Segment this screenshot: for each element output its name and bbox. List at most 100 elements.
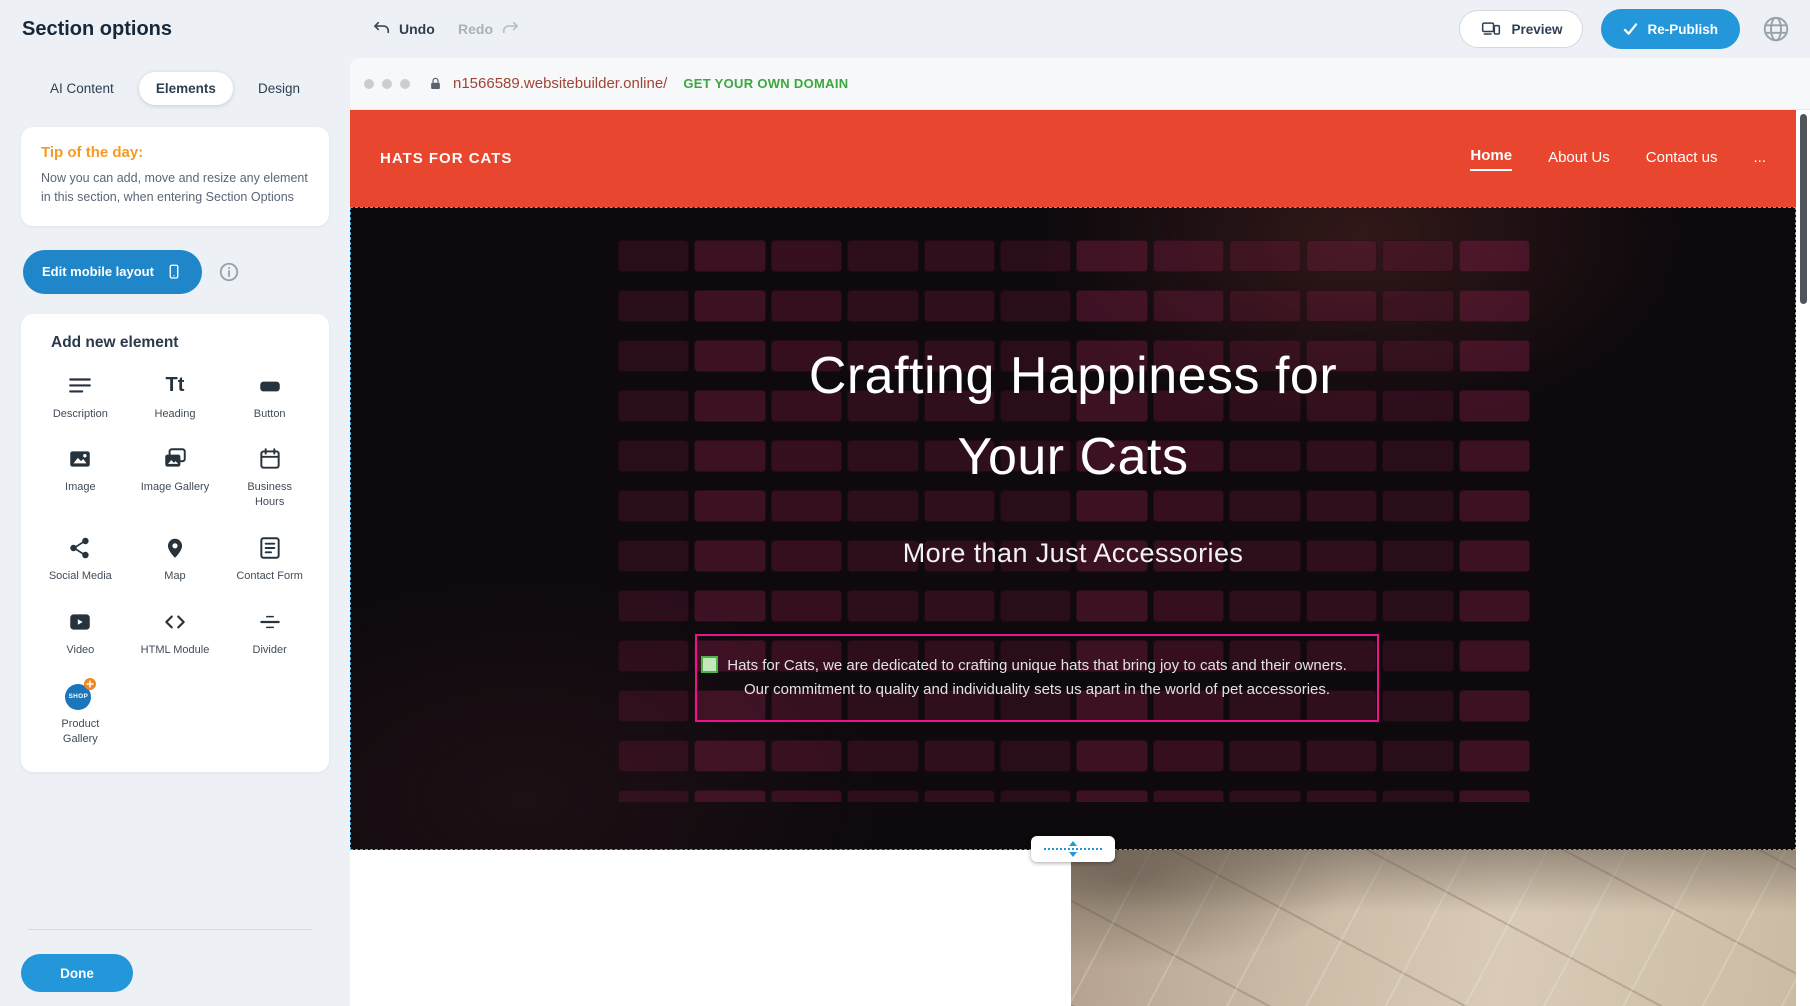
element-button[interactable]: Button — [222, 372, 317, 422]
brick — [924, 790, 995, 802]
add-element-title: Add new element — [51, 334, 317, 352]
brick — [1076, 790, 1147, 802]
next-section[interactable] — [350, 850, 1796, 1006]
preview-label: Preview — [1511, 22, 1562, 37]
check-icon — [1623, 23, 1638, 36]
element-image-gallery[interactable]: Image Gallery — [128, 445, 223, 510]
brick — [694, 790, 765, 802]
brick — [1153, 740, 1224, 772]
brick — [771, 590, 842, 622]
contact-form-icon — [257, 534, 283, 562]
scrollbar-thumb[interactable] — [1800, 114, 1807, 304]
window-dot — [382, 79, 392, 89]
brick — [1459, 290, 1530, 322]
brick — [618, 290, 689, 322]
brick — [694, 740, 765, 772]
undo-label: Undo — [399, 21, 435, 37]
hero-section-selected[interactable]: Crafting Happiness for Your Cats More th… — [350, 207, 1796, 850]
brick — [1459, 690, 1530, 722]
tab-design[interactable]: Design — [241, 72, 317, 105]
brick — [1459, 740, 1530, 772]
brick — [1306, 240, 1377, 272]
republish-button[interactable]: Re-Publish — [1601, 9, 1740, 49]
hero-heading[interactable]: Crafting Happiness for Your Cats — [351, 336, 1795, 498]
video-icon — [67, 608, 93, 636]
brick — [694, 290, 765, 322]
sidebar-tabs: AI Content Elements Design — [21, 72, 329, 105]
element-contact-form[interactable]: Contact Form — [222, 534, 317, 584]
site-url: n1566589.websitebuilder.online/ — [453, 75, 667, 92]
browser-chrome: n1566589.websitebuilder.online/ GET YOUR… — [350, 58, 1810, 110]
site-header: HATS FOR CATS Home About Us Contact us .… — [350, 110, 1796, 207]
element-divider[interactable]: Divider — [222, 608, 317, 658]
element-description[interactable]: Description — [33, 372, 128, 422]
element-drag-handle[interactable] — [701, 656, 718, 673]
stone-floor-image — [1071, 850, 1796, 1006]
brick — [618, 790, 689, 802]
info-icon[interactable] — [218, 261, 240, 283]
brick — [847, 590, 918, 622]
window-dot — [400, 79, 410, 89]
image-gallery-icon — [162, 445, 188, 473]
element-social-media[interactable]: Social Media — [33, 534, 128, 584]
tip-card: Tip of the day: Now you can add, move an… — [21, 127, 329, 226]
brick — [618, 240, 689, 272]
brick — [924, 740, 995, 772]
tab-ai-content[interactable]: AI Content — [33, 72, 131, 105]
brick — [1153, 240, 1224, 272]
html-code-icon — [162, 608, 188, 636]
brick — [1076, 740, 1147, 772]
brick — [1306, 590, 1377, 622]
divider-icon — [257, 608, 283, 636]
devices-icon — [1480, 19, 1502, 39]
element-heading[interactable]: Tt Heading — [128, 372, 223, 422]
brick — [1076, 240, 1147, 272]
done-button[interactable]: Done — [21, 954, 133, 992]
nav-about-us[interactable]: About Us — [1548, 149, 1610, 168]
undo-icon — [372, 19, 392, 39]
brick — [694, 590, 765, 622]
tip-body: Now you can add, move and resize any ele… — [41, 169, 309, 207]
sidebar: AI Content Elements Design Tip of the da… — [0, 58, 350, 1006]
tab-elements[interactable]: Elements — [139, 72, 233, 105]
window-controls — [364, 79, 410, 89]
element-product-gallery[interactable]: SHOP Product Gallery — [33, 682, 128, 747]
language-globe-button[interactable] — [1758, 11, 1794, 47]
preview-button[interactable]: Preview — [1459, 10, 1583, 48]
brick — [1382, 640, 1453, 672]
nav-home[interactable]: Home — [1470, 147, 1512, 171]
brick — [771, 240, 842, 272]
element-map[interactable]: Map — [128, 534, 223, 584]
brick — [1306, 740, 1377, 772]
hero-subheading[interactable]: More than Just Accessories — [351, 538, 1795, 569]
brick — [1229, 290, 1300, 322]
element-image[interactable]: Image — [33, 445, 128, 510]
redo-button[interactable]: Redo — [458, 0, 520, 58]
brick — [1000, 290, 1071, 322]
nav-contact-us[interactable]: Contact us — [1646, 149, 1718, 168]
window-dot — [364, 79, 374, 89]
element-html-module[interactable]: HTML Module — [128, 608, 223, 658]
description-icon — [67, 372, 93, 400]
tip-title: Tip of the day: — [41, 144, 309, 161]
section-resize-handle[interactable] — [1031, 836, 1115, 862]
nav-more[interactable]: ... — [1753, 149, 1766, 168]
brick — [1382, 290, 1453, 322]
brick — [1459, 640, 1530, 672]
lock-icon — [428, 76, 443, 92]
element-business-hours[interactable]: Business Hours — [222, 445, 317, 510]
undo-button[interactable]: Undo — [372, 0, 435, 58]
brick — [1000, 740, 1071, 772]
brick — [1153, 790, 1224, 802]
site-logo[interactable]: HATS FOR CATS — [380, 150, 512, 167]
brick — [1459, 240, 1530, 272]
element-video[interactable]: Video — [33, 608, 128, 658]
edit-mobile-layout-button[interactable]: Edit mobile layout — [23, 250, 202, 294]
element-grid: Description Tt Heading Button Ima — [33, 372, 317, 747]
hero-paragraph: Hats for Cats, we are dedicated to craft… — [727, 654, 1347, 702]
get-domain-link[interactable]: GET YOUR OWN DOMAIN — [683, 76, 848, 91]
brick — [618, 690, 689, 722]
selected-text-element[interactable]: Hats for Cats, we are dedicated to craft… — [695, 634, 1379, 722]
brick — [847, 290, 918, 322]
redo-label: Redo — [458, 21, 493, 37]
